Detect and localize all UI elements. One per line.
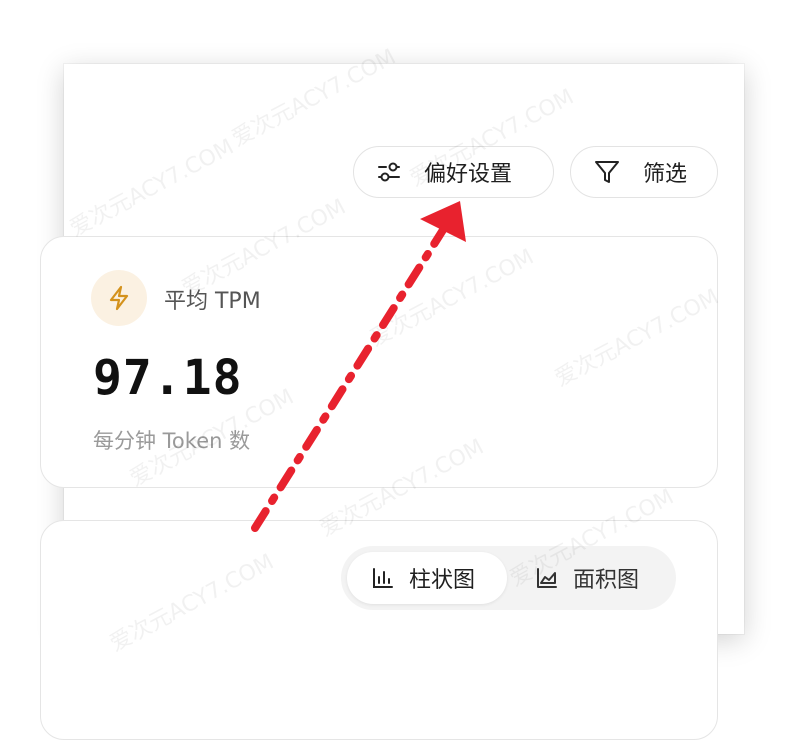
filter-label: 筛选 [643,162,688,187]
chart-type-toggle: 柱状图 面积图 [341,546,676,610]
lightning-icon [91,270,147,326]
area-chart-icon [535,566,559,590]
sliders-icon [376,159,402,185]
preferences-button[interactable]: 偏好设置 [353,146,554,198]
bar-chart-icon [371,566,395,590]
bar-chart-option[interactable]: 柱状图 [347,552,507,604]
tpm-subtitle: 每分钟 Token 数 [93,429,251,453]
filter-button[interactable]: 筛选 [570,146,718,198]
area-chart-option[interactable]: 面积图 [513,552,671,604]
area-chart-label: 面积图 [573,568,640,593]
preferences-label: 偏好设置 [424,162,513,187]
tpm-label: 平均 TPM [164,289,261,314]
filter-icon [593,158,621,186]
bar-chart-label: 柱状图 [409,568,476,593]
tpm-value: 97.18 [93,350,243,406]
